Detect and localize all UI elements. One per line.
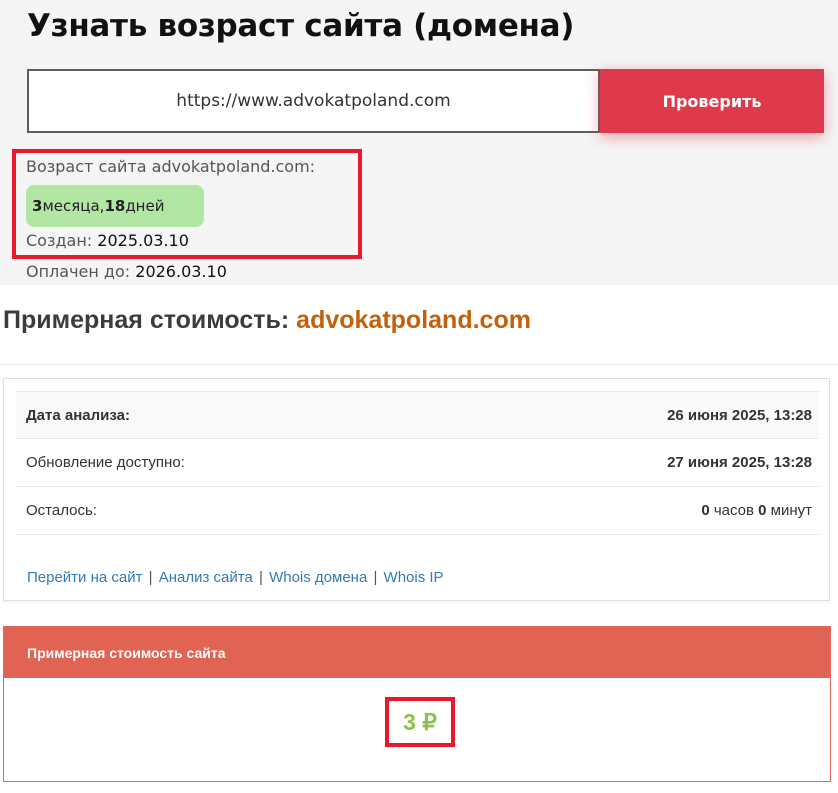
- created-value: 2025.03.10: [97, 231, 189, 250]
- table-row-analysis-date: Дата анализа: 26 июня 2025, 13:28: [16, 391, 819, 439]
- remaining-minutes-unit: минут: [766, 502, 812, 519]
- site-links: Перейти на сайт | Анализ сайта | Whois д…: [27, 569, 444, 586]
- cost-heading-prefix: Примерная стоимость:: [3, 306, 297, 334]
- estimated-cost-panel: Примерная стоимость сайта 3 ₽: [3, 626, 831, 782]
- age-days-number: 18: [104, 197, 126, 215]
- link-whois-domain[interactable]: Whois домена: [269, 569, 367, 586]
- cost-heading-domain: advokatpoland.com: [296, 306, 531, 334]
- analysis-date-value-text: 26 июня 2025, 13:28: [667, 406, 812, 424]
- link-separator: |: [148, 569, 153, 586]
- estimated-cost-header: Примерная стоимость сайта: [4, 627, 830, 678]
- analysis-info-panel: Дата анализа: 26 июня 2025, 13:28 Обновл…: [3, 378, 830, 601]
- update-available-value: 27 июня 2025, 13:28: [667, 454, 812, 471]
- link-go-to-site[interactable]: Перейти на сайт: [27, 569, 143, 586]
- remaining-hours: 0: [701, 502, 710, 519]
- analysis-date-label: Дата анализа:: [26, 406, 130, 424]
- table-row-remaining: Осталось: 0 часов 0 минут: [16, 487, 819, 535]
- created-date-row: Создан: 2025.03.10: [26, 231, 189, 250]
- paid-until-row: Оплачен до: 2026.03.10: [26, 262, 227, 281]
- paid-label: Оплачен до:: [26, 262, 136, 281]
- update-available-value-text: 27 июня 2025, 13:28: [667, 454, 812, 471]
- analysis-table: Дата анализа: 26 июня 2025, 13:28 Обновл…: [16, 391, 819, 535]
- domain-age-section: Узнать возраст сайта (домена) Проверить …: [0, 0, 838, 285]
- estimated-cost-value: 3 ₽: [403, 708, 437, 735]
- page-title: Узнать возраст сайта (домена): [27, 8, 575, 44]
- link-separator: |: [373, 569, 378, 586]
- divider: [0, 364, 838, 365]
- update-available-label: Обновление доступно:: [26, 454, 185, 471]
- age-months-number: 3: [32, 197, 43, 215]
- remaining-value: 0 часов 0 минут: [701, 502, 812, 519]
- age-days-word: дней: [125, 197, 165, 215]
- analysis-date-value: 26 июня 2025, 13:28: [667, 407, 812, 424]
- link-whois-ip[interactable]: Whois IP: [384, 569, 444, 586]
- age-months-word: месяца,: [42, 197, 105, 215]
- cost-heading: Примерная стоимость: advokatpoland.com: [3, 306, 531, 335]
- link-separator: |: [259, 569, 263, 586]
- url-input[interactable]: [27, 69, 600, 133]
- site-age-label: Возраст сайта advokatpoland.com:: [26, 157, 316, 176]
- check-button[interactable]: Проверить: [600, 69, 824, 133]
- remaining-hours-unit: часов: [709, 502, 759, 519]
- paid-value: 2026.03.10: [135, 262, 227, 281]
- table-row-update-available: Обновление доступно: 27 июня 2025, 13:28: [16, 439, 819, 487]
- remaining-label: Осталось:: [26, 502, 97, 519]
- link-site-analysis[interactable]: Анализ сайта: [159, 569, 253, 586]
- price-highlight-annotation: 3 ₽: [385, 697, 455, 747]
- created-label: Создан:: [26, 231, 98, 250]
- site-age-badge: 3 месяца, 18 дней: [26, 185, 204, 227]
